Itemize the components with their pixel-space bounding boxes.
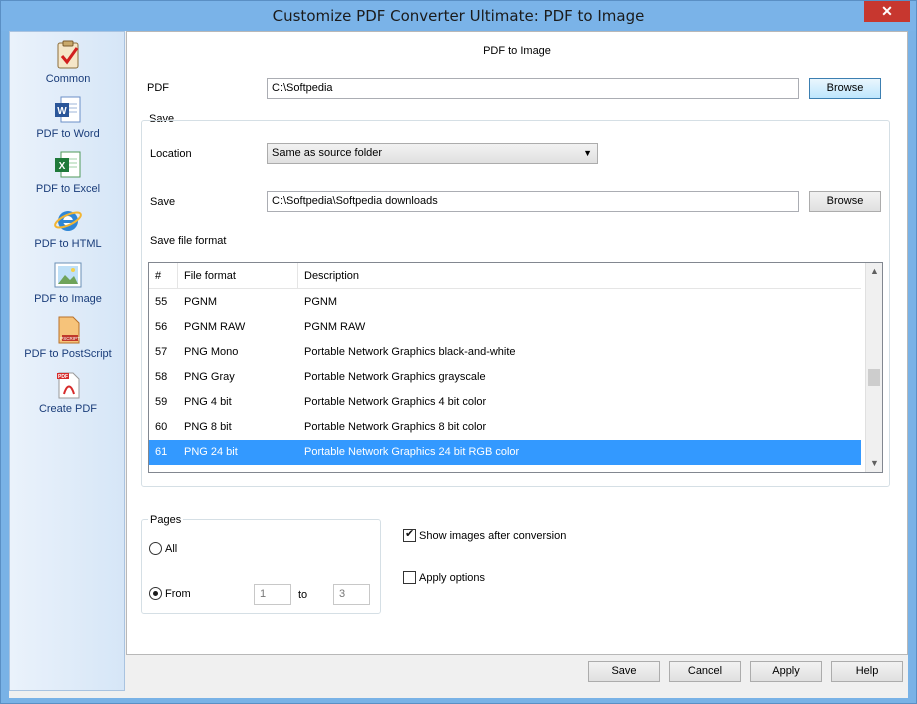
sidebar-item-label: PDF to HTML bbox=[34, 238, 102, 250]
location-label: Location bbox=[150, 148, 192, 160]
pdf-label: PDF bbox=[147, 82, 169, 94]
sidebar-item-label: Create PDF bbox=[38, 403, 98, 415]
cell-file-format: PGNM RAW bbox=[184, 321, 246, 333]
postscript-document-icon: PSCRIPT bbox=[53, 315, 83, 345]
file-format-list[interactable]: # File format Description 55 PGNM PGNM 56 PG… bbox=[148, 262, 883, 473]
image-icon bbox=[53, 260, 83, 290]
page-to-input[interactable]: 3 bbox=[333, 584, 370, 605]
pdf-document-icon: PDF bbox=[53, 370, 83, 400]
show-images-checkbox[interactable] bbox=[403, 527, 416, 542]
cell-description: Portable Network Graphics 8 bit color bbox=[304, 421, 487, 433]
pages-to-label: to bbox=[298, 589, 308, 601]
cell-file-format: PNG Mono bbox=[184, 346, 239, 358]
cell-file-format: PNG 4 bit bbox=[184, 396, 232, 408]
sidebar-item-pdf-to-word[interactable]: W PDF to Word bbox=[10, 95, 126, 150]
location-select[interactable]: Same as source folder ▼ bbox=[267, 143, 598, 164]
apply-options-label: Apply options bbox=[419, 572, 486, 584]
pages-all-label: All bbox=[165, 543, 178, 555]
clipboard-check-icon bbox=[53, 40, 83, 70]
sidebar-item-pdf-to-postscript[interactable]: PSCRIPT PDF to PostScript bbox=[10, 315, 126, 370]
window-title: Customize PDF Converter Ultimate: PDF to… bbox=[272, 7, 645, 25]
save-browse-button[interactable]: Browse bbox=[809, 191, 881, 212]
cell-file-format: PNG 24 bit bbox=[184, 446, 238, 458]
page-from-input[interactable]: 1 bbox=[254, 584, 291, 605]
panel-heading: PDF to Image bbox=[483, 45, 551, 57]
word-document-icon: W bbox=[53, 95, 83, 125]
internet-explorer-icon bbox=[53, 205, 83, 235]
cell-file-format: PNG 8 bit bbox=[184, 421, 232, 433]
pages-from-radio[interactable] bbox=[149, 587, 162, 600]
table-row[interactable]: 60 PNG 8 bit Portable Network Graphics 8 b… bbox=[149, 415, 861, 440]
cell-number: 58 bbox=[155, 371, 168, 383]
cell-description: Portable Network Graphics 24 bit RGB col… bbox=[304, 446, 520, 458]
pages-group-title: Pages bbox=[148, 514, 184, 526]
cancel-button[interactable]: Cancel bbox=[669, 661, 741, 682]
cell-number: 55 bbox=[155, 296, 168, 308]
table-row[interactable]: 59 PNG 4 bit Portable Network Graphics 4 b… bbox=[149, 390, 861, 415]
close-icon: ✕ bbox=[881, 3, 893, 19]
pdf-browse-button[interactable]: Browse bbox=[809, 78, 881, 99]
cell-number: 59 bbox=[155, 396, 168, 408]
apply-button[interactable]: Apply bbox=[750, 661, 822, 682]
sidebar-item-pdf-to-html[interactable]: PDF to HTML bbox=[10, 205, 126, 260]
excel-document-icon: X bbox=[53, 150, 83, 180]
location-select-value: Same as source folder bbox=[272, 147, 383, 159]
cell-description: PGNM RAW bbox=[304, 321, 366, 333]
chevron-up-icon[interactable]: ▲ bbox=[866, 263, 882, 280]
chevron-down-icon: ▼ bbox=[583, 148, 592, 158]
svg-text:PSCRIPT: PSCRIPT bbox=[60, 336, 80, 341]
table-row[interactable]: 58 PNG Gray Portable Network Graphics gray… bbox=[149, 365, 861, 390]
sidebar-item-label: PDF to Word bbox=[36, 128, 100, 140]
sidebar-item-pdf-to-excel[interactable]: X PDF to Excel bbox=[10, 150, 126, 205]
scrollbar-thumb[interactable] bbox=[868, 369, 880, 386]
cell-file-format: PGNM bbox=[184, 296, 217, 308]
file-format-list-header: # File format Description bbox=[149, 263, 861, 289]
cell-description: Portable Network Graphics black-and-whit… bbox=[304, 346, 516, 358]
table-row[interactable]: 56 PGNM RAW PGNM RAW bbox=[149, 315, 861, 340]
table-row[interactable]: 61 PNG 24 bit Portable Network Graphics 24… bbox=[149, 440, 861, 465]
table-row[interactable]: 57 PNG Mono Portable Network Graphics blac… bbox=[149, 340, 861, 365]
pages-all-radio[interactable] bbox=[149, 542, 162, 555]
sidebar-item-label: PDF to PostScript bbox=[24, 348, 112, 360]
save-path-label: Save bbox=[150, 196, 176, 208]
save-path-input[interactable]: C:\Softpedia\Softpedia downloads bbox=[267, 191, 799, 212]
svg-text:W: W bbox=[57, 106, 67, 117]
cell-number: 61 bbox=[155, 446, 168, 458]
pages-from-label: From bbox=[165, 588, 191, 600]
show-images-label: Show images after conversion bbox=[419, 530, 567, 542]
save-format-label: Save file format bbox=[150, 235, 227, 247]
column-header-file-format[interactable]: File format bbox=[178, 263, 298, 289]
cell-file-format: PNG Gray bbox=[184, 371, 235, 383]
cell-description: Portable Network Graphics grayscale bbox=[304, 371, 486, 383]
sidebar-item-label: Common bbox=[45, 73, 91, 85]
column-header-description[interactable]: Description bbox=[298, 263, 861, 289]
cell-number: 56 bbox=[155, 321, 168, 333]
help-button[interactable]: Help bbox=[831, 661, 903, 682]
svg-text:PDF: PDF bbox=[58, 374, 68, 380]
chevron-down-icon[interactable]: ▼ bbox=[866, 455, 882, 472]
table-row[interactable]: 55 PGNM PGNM bbox=[149, 290, 861, 315]
pdf-path-input[interactable]: C:\Softpedia bbox=[267, 78, 799, 99]
sidebar-item-label: PDF to Excel bbox=[35, 183, 101, 195]
apply-options-checkbox[interactable] bbox=[403, 571, 416, 584]
column-header-number[interactable]: # bbox=[149, 263, 178, 289]
sidebar-item-create-pdf[interactable]: PDF Create PDF bbox=[10, 370, 126, 425]
sidebar-item-common[interactable]: Common bbox=[10, 40, 126, 95]
sidebar: Common W PDF to Word X PDF to Excel PDF … bbox=[9, 31, 125, 691]
settings-panel: PDF to Image PDF C:\Softpedia Browse Sav… bbox=[126, 31, 908, 655]
title-bar[interactable]: Customize PDF Converter Ultimate: PDF to… bbox=[1, 1, 916, 31]
cell-number: 60 bbox=[155, 421, 168, 433]
app-window: Customize PDF Converter Ultimate: PDF to… bbox=[0, 0, 917, 704]
svg-text:X: X bbox=[59, 161, 66, 172]
sidebar-item-label: PDF to Image bbox=[34, 293, 102, 305]
cell-description: Portable Network Graphics 4 bit color bbox=[304, 396, 487, 408]
sidebar-item-pdf-to-image[interactable]: PDF to Image bbox=[10, 260, 126, 315]
list-scrollbar[interactable]: ▲ ▼ bbox=[865, 263, 882, 472]
close-button[interactable]: ✕ bbox=[864, 1, 910, 22]
cell-description: PGNM bbox=[304, 296, 337, 308]
save-button[interactable]: Save bbox=[588, 661, 660, 682]
cell-number: 57 bbox=[155, 346, 168, 358]
client-area: Common W PDF to Word X PDF to Excel PDF … bbox=[9, 31, 908, 698]
